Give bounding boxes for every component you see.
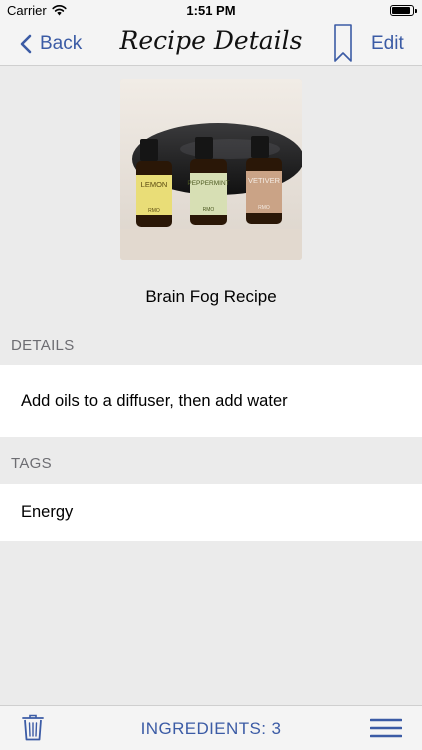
status-time: 1:51 PM — [186, 3, 236, 18]
menu-icon[interactable] — [370, 718, 402, 738]
bottle-label-lemon: LEMON — [141, 180, 168, 189]
bottle-brand-vetiver: RMO — [258, 205, 270, 211]
recipe-photo: LEMON RMO PEPPERMINT RMO VETIVER RMO — [120, 79, 302, 260]
bottle-label-vetiver: VETIVER — [248, 176, 281, 185]
tags-cell[interactable]: Energy — [0, 484, 422, 541]
battery-icon — [390, 5, 417, 16]
edit-button[interactable]: Edit — [371, 33, 404, 55]
details-section-header: DETAILS — [11, 337, 75, 354]
tag-label: Energy — [21, 503, 74, 521]
recipe-name: Brain Fog Recipe — [145, 287, 277, 306]
navigation-bar: Back Recipe Details Edit — [0, 22, 422, 66]
bottle-brand-peppermint: RMO — [203, 207, 215, 213]
details-text: Add oils to a diffuser, then add water — [21, 391, 288, 410]
status-bar: Carrier 1:51 PM — [0, 0, 422, 22]
tags-section-header: TAGS — [11, 455, 52, 472]
bottle-brand-lemon: RMO — [148, 208, 160, 214]
bottle-label-peppermint: PEPPERMINT — [187, 180, 229, 187]
bottom-toolbar: INGREDIENTS: 3 — [0, 705, 422, 750]
page-title: Recipe Details — [119, 26, 303, 55]
details-cell[interactable]: Add oils to a diffuser, then add water — [0, 365, 422, 437]
ingredients-button[interactable]: INGREDIENTS: 3 — [0, 719, 422, 739]
bookmark-icon[interactable] — [334, 24, 352, 62]
recipe-photo-art: LEMON RMO PEPPERMINT RMO VETIVER RMO — [120, 79, 302, 260]
